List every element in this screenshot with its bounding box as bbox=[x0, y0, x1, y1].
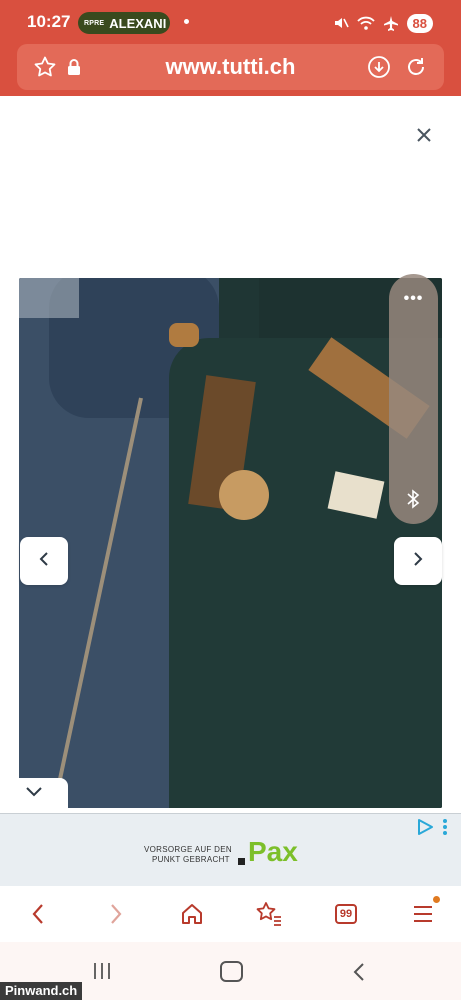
browser-header: 10:27 RPRE ALEXANI 88 www.tutti.ch bbox=[0, 0, 461, 96]
chevron-down-icon bbox=[24, 785, 44, 803]
forward-button[interactable] bbox=[100, 898, 132, 930]
chevron-left-icon bbox=[32, 904, 43, 924]
ad-choices-icon[interactable] bbox=[416, 818, 434, 841]
side-panel[interactable]: ••• bbox=[389, 274, 438, 524]
home-icon bbox=[182, 904, 202, 924]
ad-brand-dot bbox=[238, 858, 245, 865]
address-bar[interactable]: www.tutti.ch bbox=[17, 44, 444, 90]
previous-image-button[interactable] bbox=[20, 537, 68, 585]
mute-icon bbox=[333, 15, 349, 31]
watermark: Pinwand.ch bbox=[0, 982, 83, 1000]
wifi-icon bbox=[356, 15, 375, 31]
notification-pill[interactable]: RPRE ALEXANI bbox=[78, 12, 170, 34]
battery-indicator: 88 bbox=[406, 13, 433, 33]
listing-photo[interactable] bbox=[19, 278, 442, 808]
bluetooth-icon[interactable] bbox=[403, 488, 423, 515]
ad-text-line2: PUNKT GEBRACHT bbox=[152, 855, 230, 864]
next-image-button[interactable] bbox=[394, 537, 442, 585]
recents-icon[interactable] bbox=[92, 962, 112, 985]
status-time: 10:27 bbox=[27, 12, 71, 31]
close-icon[interactable] bbox=[412, 123, 436, 147]
ad-more-icon[interactable] bbox=[442, 817, 448, 842]
chevron-right-icon bbox=[111, 904, 122, 924]
notification-app-label: RPRE bbox=[84, 19, 105, 27]
collapse-button[interactable] bbox=[0, 778, 68, 810]
bookmarks-button[interactable] bbox=[253, 898, 285, 930]
more-icon[interactable]: ••• bbox=[389, 290, 438, 308]
chevron-right-icon bbox=[412, 551, 424, 572]
browser-toolbar: 99 bbox=[0, 886, 461, 942]
back-button[interactable] bbox=[22, 898, 54, 930]
reload-icon[interactable] bbox=[404, 55, 428, 84]
status-bar: 10:27 RPRE ALEXANI 88 bbox=[0, 0, 461, 44]
home-button[interactable] bbox=[176, 898, 208, 930]
star-list-icon bbox=[256, 902, 281, 926]
tabs-button[interactable]: 99 bbox=[330, 898, 362, 930]
airplane-icon bbox=[383, 15, 399, 31]
notification-title: ALEXANI bbox=[109, 15, 167, 31]
ad-text-line1: VORSORGE AUF DEN bbox=[144, 845, 232, 854]
system-icons: 88 bbox=[333, 12, 433, 34]
menu-notification-dot bbox=[433, 896, 440, 903]
tabs-count: 99 bbox=[334, 904, 358, 924]
ad-brand-logo: Pax bbox=[248, 836, 298, 867]
ad-banner[interactable]: VORSORGE AUF DEN PUNKT GEBRACHT Pax bbox=[0, 813, 461, 887]
chevron-left-icon bbox=[38, 551, 50, 572]
system-back-icon[interactable] bbox=[352, 962, 366, 987]
menu-icon bbox=[414, 906, 432, 922]
system-home-icon[interactable] bbox=[220, 961, 243, 982]
menu-button[interactable] bbox=[407, 898, 439, 930]
notification-dot bbox=[184, 19, 189, 24]
download-icon[interactable] bbox=[367, 55, 391, 84]
